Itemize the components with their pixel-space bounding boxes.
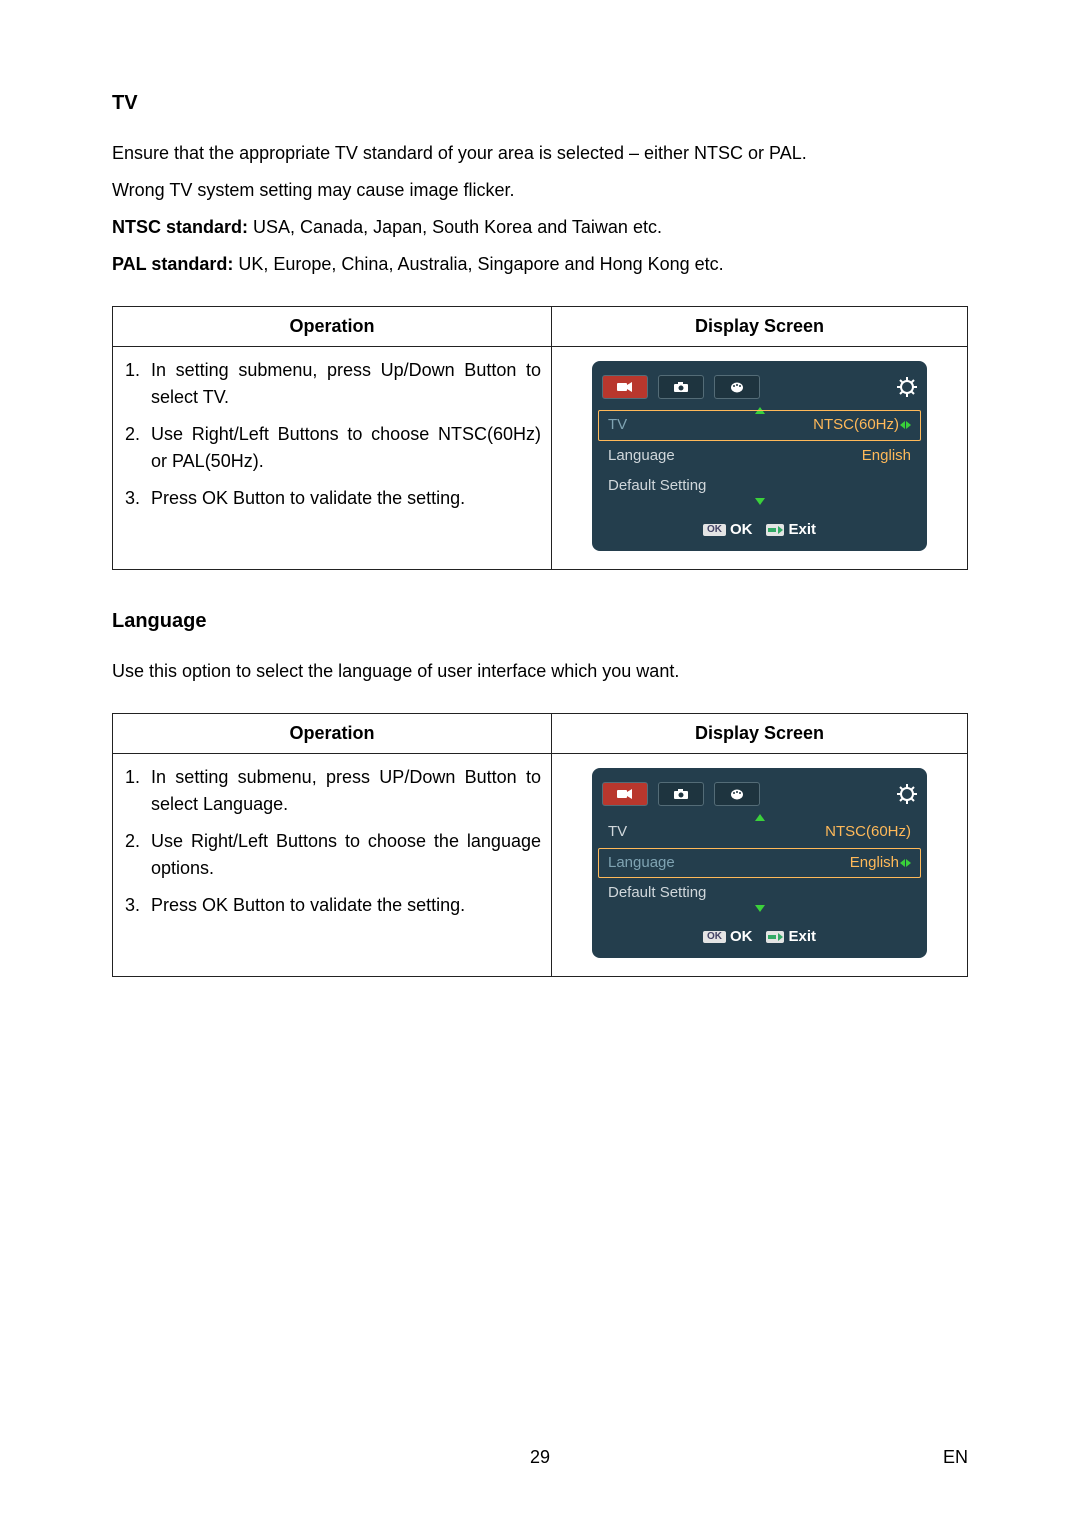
camera-tab-icon	[658, 375, 704, 399]
step-item: Use Right/Left Buttons to choose NTSC(60…	[145, 421, 541, 475]
th-operation: Operation	[113, 307, 552, 347]
strong-run: NTSC standard:	[112, 217, 248, 237]
menu-label: Language	[608, 852, 675, 875]
video-tab-icon	[602, 375, 648, 399]
exit-badge-icon	[766, 524, 784, 536]
device-footer: OKOK Exit	[598, 918, 921, 949]
menu-row-language: Language English	[598, 441, 921, 472]
menu-value: English	[862, 445, 911, 468]
display-screen-cell: TV NTSC(60Hz) Language English Default S…	[552, 347, 968, 570]
menu-row-tv: TV NTSC(60Hz)	[598, 410, 921, 441]
operation-table-tv: Operation Display Screen In setting subm…	[112, 306, 968, 570]
video-tab-icon	[602, 782, 648, 806]
ok-badge-icon: OK	[703, 931, 726, 943]
step-item: Press OK Button to validate the setting.	[145, 892, 541, 919]
arrow-down-icon	[755, 498, 765, 505]
left-arrow-icon	[900, 421, 905, 429]
device-screenshot: TV NTSC(60Hz) Language English Default S…	[592, 768, 927, 958]
step-item: In setting submenu, press UP/Down Button…	[145, 764, 541, 818]
th-display-screen: Display Screen	[552, 307, 968, 347]
operation-table-language: Operation Display Screen In setting subm…	[112, 713, 968, 977]
paragraph: NTSC standard: USA, Canada, Japan, South…	[112, 214, 968, 241]
mode-tabs	[598, 782, 921, 806]
operation-steps-cell: In setting submenu, press UP/Down Button…	[113, 754, 552, 977]
arrow-down-icon	[755, 905, 765, 912]
menu-label: TV	[608, 414, 627, 437]
section-title-language: Language	[112, 606, 968, 636]
paragraph: Use this option to select the language o…	[112, 658, 968, 685]
page-footer: 29 EN	[0, 1444, 1080, 1471]
text-run: USA, Canada, Japan, South Korea and Taiw…	[248, 217, 662, 237]
manual-page: TV Ensure that the appropriate TV standa…	[0, 0, 1080, 977]
menu-label: TV	[608, 821, 627, 844]
menu-value: NTSC(60Hz)	[813, 414, 899, 437]
palette-tab-icon	[714, 375, 760, 399]
section-title-tv: TV	[112, 88, 968, 118]
device-footer: OKOK Exit	[598, 511, 921, 542]
menu-row-tv: TV NTSC(60Hz)	[598, 817, 921, 848]
mode-tabs	[598, 375, 921, 399]
menu-label: Default Setting	[608, 882, 706, 905]
strong-run: PAL standard:	[112, 254, 233, 274]
page-number: 29	[0, 1444, 1080, 1471]
ok-badge-icon: OK	[703, 524, 726, 536]
device-screenshot: TV NTSC(60Hz) Language English Default S…	[592, 361, 927, 551]
left-arrow-icon	[900, 859, 905, 867]
page-language: EN	[943, 1444, 968, 1471]
operation-steps-cell: In setting submenu, press Up/Down Button…	[113, 347, 552, 570]
th-operation: Operation	[113, 714, 552, 754]
th-display-screen: Display Screen	[552, 714, 968, 754]
ok-hint: OKOK	[703, 926, 753, 949]
step-item: In setting submenu, press Up/Down Button…	[145, 357, 541, 411]
exit-badge-icon	[766, 931, 784, 943]
step-item: Use Right/Left Buttons to choose the lan…	[145, 828, 541, 882]
step-item: Press OK Button to validate the setting.	[145, 485, 541, 512]
exit-hint: Exit	[766, 926, 816, 949]
menu-value: NTSC(60Hz)	[825, 821, 911, 844]
paragraph: PAL standard: UK, Europe, China, Austral…	[112, 251, 968, 278]
display-screen-cell: TV NTSC(60Hz) Language English Default S…	[552, 754, 968, 977]
exit-hint: Exit	[766, 519, 816, 542]
palette-tab-icon	[714, 782, 760, 806]
menu-label: Language	[608, 445, 675, 468]
menu-label: Default Setting	[608, 475, 706, 498]
right-arrow-icon	[906, 859, 911, 867]
gear-tab-icon	[897, 376, 917, 398]
text-run: UK, Europe, China, Australia, Singapore …	[233, 254, 723, 274]
paragraph: Wrong TV system setting may cause image …	[112, 177, 968, 204]
paragraph: Ensure that the appropriate TV standard …	[112, 140, 968, 167]
right-arrow-icon	[906, 421, 911, 429]
camera-tab-icon	[658, 782, 704, 806]
menu-value: English	[850, 852, 899, 875]
menu-row-language: Language English	[598, 848, 921, 879]
ok-hint: OKOK	[703, 519, 753, 542]
gear-tab-icon	[897, 783, 917, 805]
